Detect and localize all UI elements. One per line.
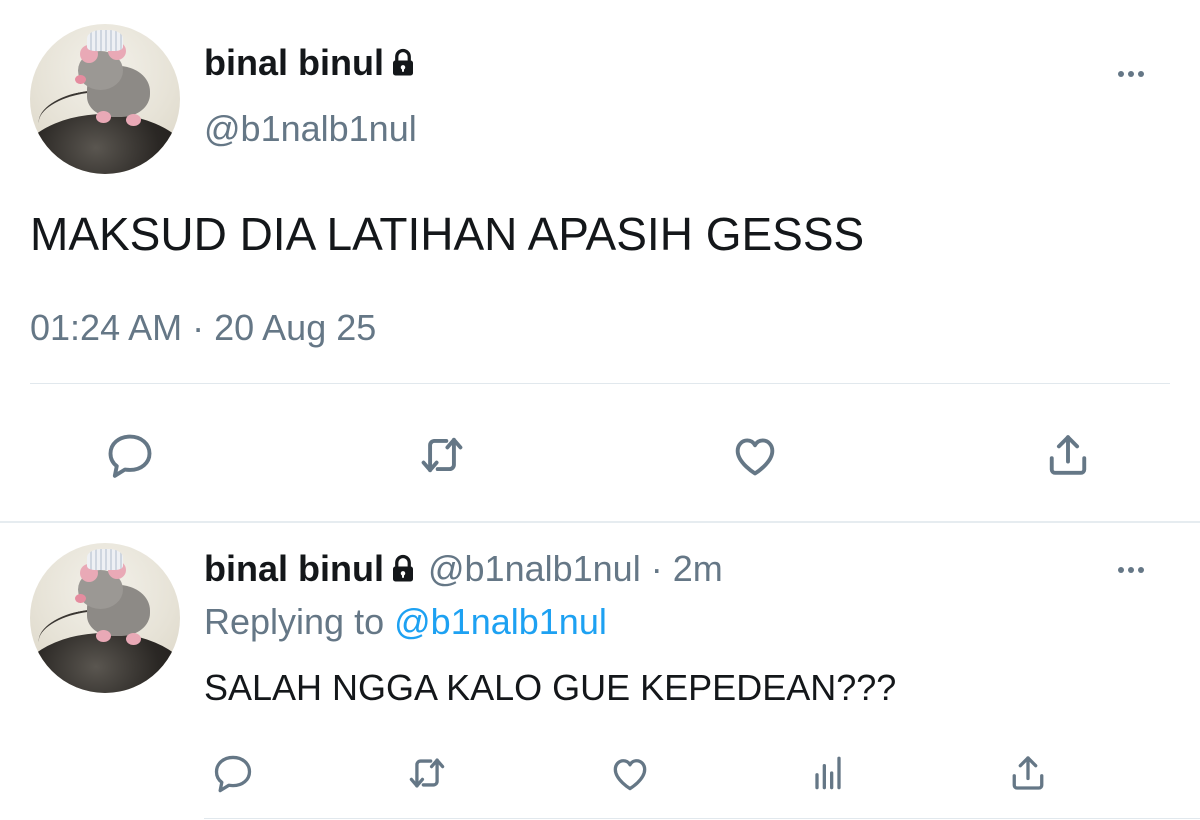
avatar-rat-nose — [75, 75, 86, 84]
share-button[interactable] — [1038, 425, 1098, 485]
more-icon[interactable] — [1118, 69, 1158, 79]
reply-icon — [108, 434, 152, 478]
avatar-rat-paw — [96, 111, 111, 123]
reply-separator: · — [650, 548, 663, 589]
reply-header-row: binal binul @b1nalb1nul · 2m — [204, 548, 723, 590]
reply-author-avatar[interactable] — [30, 543, 180, 693]
like-icon — [735, 438, 775, 476]
author-display-name: binal binul — [204, 42, 384, 83]
reply-icon — [214, 755, 252, 793]
share-button[interactable] — [1003, 748, 1053, 798]
retweet-button[interactable] — [412, 425, 472, 485]
reply-author-handle[interactable]: @b1nalb1nul — [428, 548, 641, 589]
author-name-row[interactable]: binal binul — [204, 42, 418, 84]
section-separator — [0, 521, 1200, 523]
like-icon — [613, 759, 647, 791]
avatar-hat — [87, 30, 123, 51]
analytics-button[interactable] — [803, 748, 853, 798]
avatar-rat-nose — [75, 594, 86, 603]
tweet-text: MAKSUD DIA LATIHAN APASIH GESSS — [30, 208, 865, 260]
retweet-button[interactable] — [402, 748, 452, 798]
lock-icon — [392, 48, 413, 76]
more-icon[interactable] — [1118, 565, 1158, 575]
avatar-rat-paw — [126, 633, 141, 645]
like-button[interactable] — [605, 748, 655, 798]
analytics-icon — [815, 756, 841, 790]
retweet-icon — [421, 437, 463, 473]
replying-to-prefix: Replying to — [204, 601, 385, 642]
avatar-rat-paw — [96, 630, 111, 642]
author-handle[interactable]: @b1nalb1nul — [204, 108, 417, 150]
lock-icon — [392, 554, 413, 582]
share-icon — [1012, 756, 1044, 790]
share-icon — [1049, 435, 1087, 475]
retweet-icon — [409, 758, 445, 788]
reply-author-display-name[interactable]: binal binul — [204, 548, 384, 589]
reply-button[interactable] — [100, 425, 160, 485]
bottom-divider — [204, 818, 1200, 819]
like-button[interactable] — [725, 425, 785, 485]
replying-to: Replying to @b1nalb1nul — [204, 601, 607, 643]
avatar-rat-paw — [126, 114, 141, 126]
avatar-hat — [87, 549, 123, 570]
replying-to-handle[interactable]: @b1nalb1nul — [394, 601, 607, 642]
author-avatar[interactable] — [30, 24, 180, 174]
divider — [30, 383, 1170, 384]
tweet-timestamp[interactable]: 01:24 AM · 20 Aug 25 — [30, 307, 376, 349]
reply-age[interactable]: 2m — [673, 548, 723, 589]
reply-button[interactable] — [208, 748, 258, 798]
reply-text: SALAH NGGA KALO GUE KEPEDEAN??? — [204, 667, 897, 708]
